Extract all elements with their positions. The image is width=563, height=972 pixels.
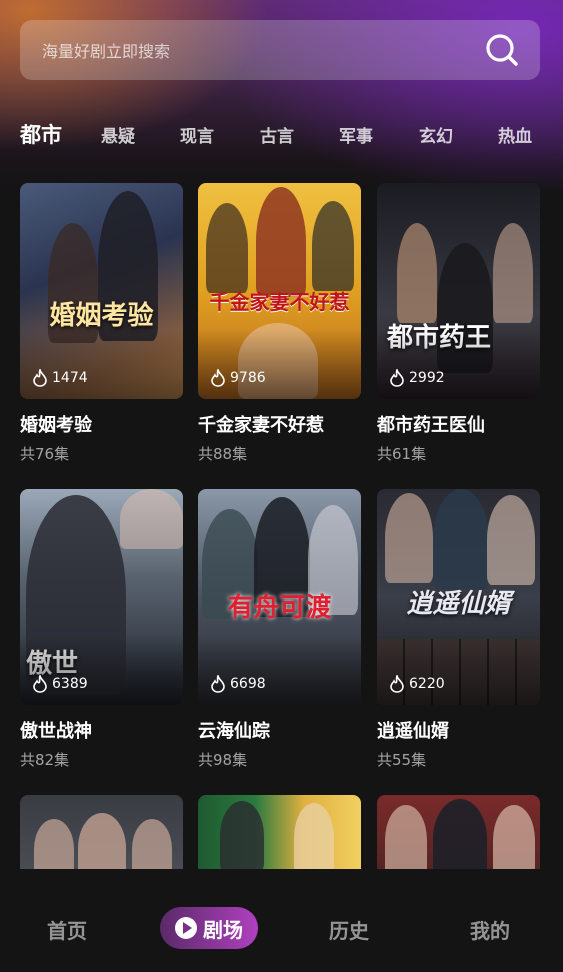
drama-poster[interactable]: 千金家妻不好惹 9786 xyxy=(198,183,361,399)
nav-home[interactable]: 首页 xyxy=(47,915,87,944)
episode-count: 共82集 xyxy=(20,751,70,769)
poster-title: 婚姻考验 xyxy=(49,301,154,331)
tab-rexue[interactable]: 热血 xyxy=(498,122,532,147)
search-icon[interactable] xyxy=(484,32,520,68)
view-count: 9786 xyxy=(210,369,266,387)
view-count: 2992 xyxy=(389,369,445,387)
episode-count: 共61集 xyxy=(377,445,427,463)
drama-name[interactable]: 云海仙踪 xyxy=(198,717,361,742)
episode-count: 共55集 xyxy=(377,751,427,769)
drama-card[interactable]: 婚姻考验 1474 婚姻考验 共76集 xyxy=(20,183,183,464)
bottom-nav: 首页 剧场 历史 我的 xyxy=(0,869,563,972)
nav-mine[interactable]: 我的 xyxy=(470,915,510,944)
view-count-value: 2992 xyxy=(409,370,445,386)
drama-card[interactable]: 傲世 6389 傲世战神 共82集 xyxy=(20,489,183,770)
tab-xianyan[interactable]: 现言 xyxy=(180,122,214,147)
drama-poster[interactable]: 傲世 6389 xyxy=(20,489,183,705)
nav-theater[interactable]: 剧场 xyxy=(160,907,258,949)
drama-name[interactable]: 逍遥仙婿 xyxy=(377,717,540,742)
drama-poster[interactable]: 有舟可渡 6698 xyxy=(198,489,361,705)
flame-icon xyxy=(390,675,404,693)
drama-card[interactable]: 千金家妻不好惹 9786 千金家妻不好惹 共88集 xyxy=(198,183,361,464)
category-tabs: 都市 悬疑 现言 古言 军事 玄幻 热血 xyxy=(0,112,563,156)
flame-icon xyxy=(390,369,404,387)
drama-poster[interactable]: 婚姻考验 1474 xyxy=(20,183,183,399)
flame-icon xyxy=(211,369,225,387)
tab-xuanyi[interactable]: 悬疑 xyxy=(101,122,135,147)
poster-title: 逍遥仙婿 xyxy=(406,589,511,619)
flame-icon xyxy=(211,675,225,693)
drama-card[interactable]: 有舟可渡 6698 云海仙踪 共98集 xyxy=(198,489,361,770)
poster-title: 千金家妻不好惹 xyxy=(209,290,350,314)
episode-count: 共88集 xyxy=(198,445,248,463)
view-count-value: 6389 xyxy=(52,676,88,692)
drama-name[interactable]: 傲世战神 xyxy=(20,717,183,742)
view-count-value: 1474 xyxy=(52,370,88,386)
view-count: 6389 xyxy=(32,675,88,693)
view-count-value: 9786 xyxy=(230,370,266,386)
drama-name[interactable]: 都市药王医仙 xyxy=(377,411,540,436)
drama-card[interactable]: 都市药王 2992 都市药王医仙 共61集 xyxy=(377,183,540,464)
view-count: 1474 xyxy=(32,369,88,387)
tab-guyan[interactable]: 古言 xyxy=(260,122,294,147)
episode-count: 共98集 xyxy=(198,751,248,769)
nav-theater-label: 剧场 xyxy=(203,917,243,942)
play-icon xyxy=(175,917,197,939)
nav-history[interactable]: 历史 xyxy=(329,915,369,944)
flame-icon xyxy=(33,675,47,693)
view-count-value: 6220 xyxy=(409,676,445,692)
poster-title: 有舟可渡 xyxy=(227,593,332,623)
flame-icon xyxy=(33,369,47,387)
drama-poster[interactable]: 逍遥仙婿 6220 xyxy=(377,489,540,705)
tab-dushi[interactable]: 都市 xyxy=(20,119,62,152)
search-bar[interactable]: 海量好剧立即搜索 xyxy=(20,20,540,80)
search-placeholder: 海量好剧立即搜索 xyxy=(42,42,171,61)
episode-count: 共76集 xyxy=(20,445,70,463)
drama-card[interactable]: 逍遥仙婿 6220 逍遥仙婿 共55集 xyxy=(377,489,540,770)
drama-poster[interactable]: 都市药王 2992 xyxy=(377,183,540,399)
view-count-value: 6698 xyxy=(230,676,266,692)
view-count: 6220 xyxy=(389,675,445,693)
tab-junshi[interactable]: 军事 xyxy=(339,122,373,147)
tab-xuanhuan[interactable]: 玄幻 xyxy=(419,122,453,147)
view-count: 6698 xyxy=(210,675,266,693)
drama-name[interactable]: 千金家妻不好惹 xyxy=(198,411,361,436)
drama-name[interactable]: 婚姻考验 xyxy=(20,411,183,436)
